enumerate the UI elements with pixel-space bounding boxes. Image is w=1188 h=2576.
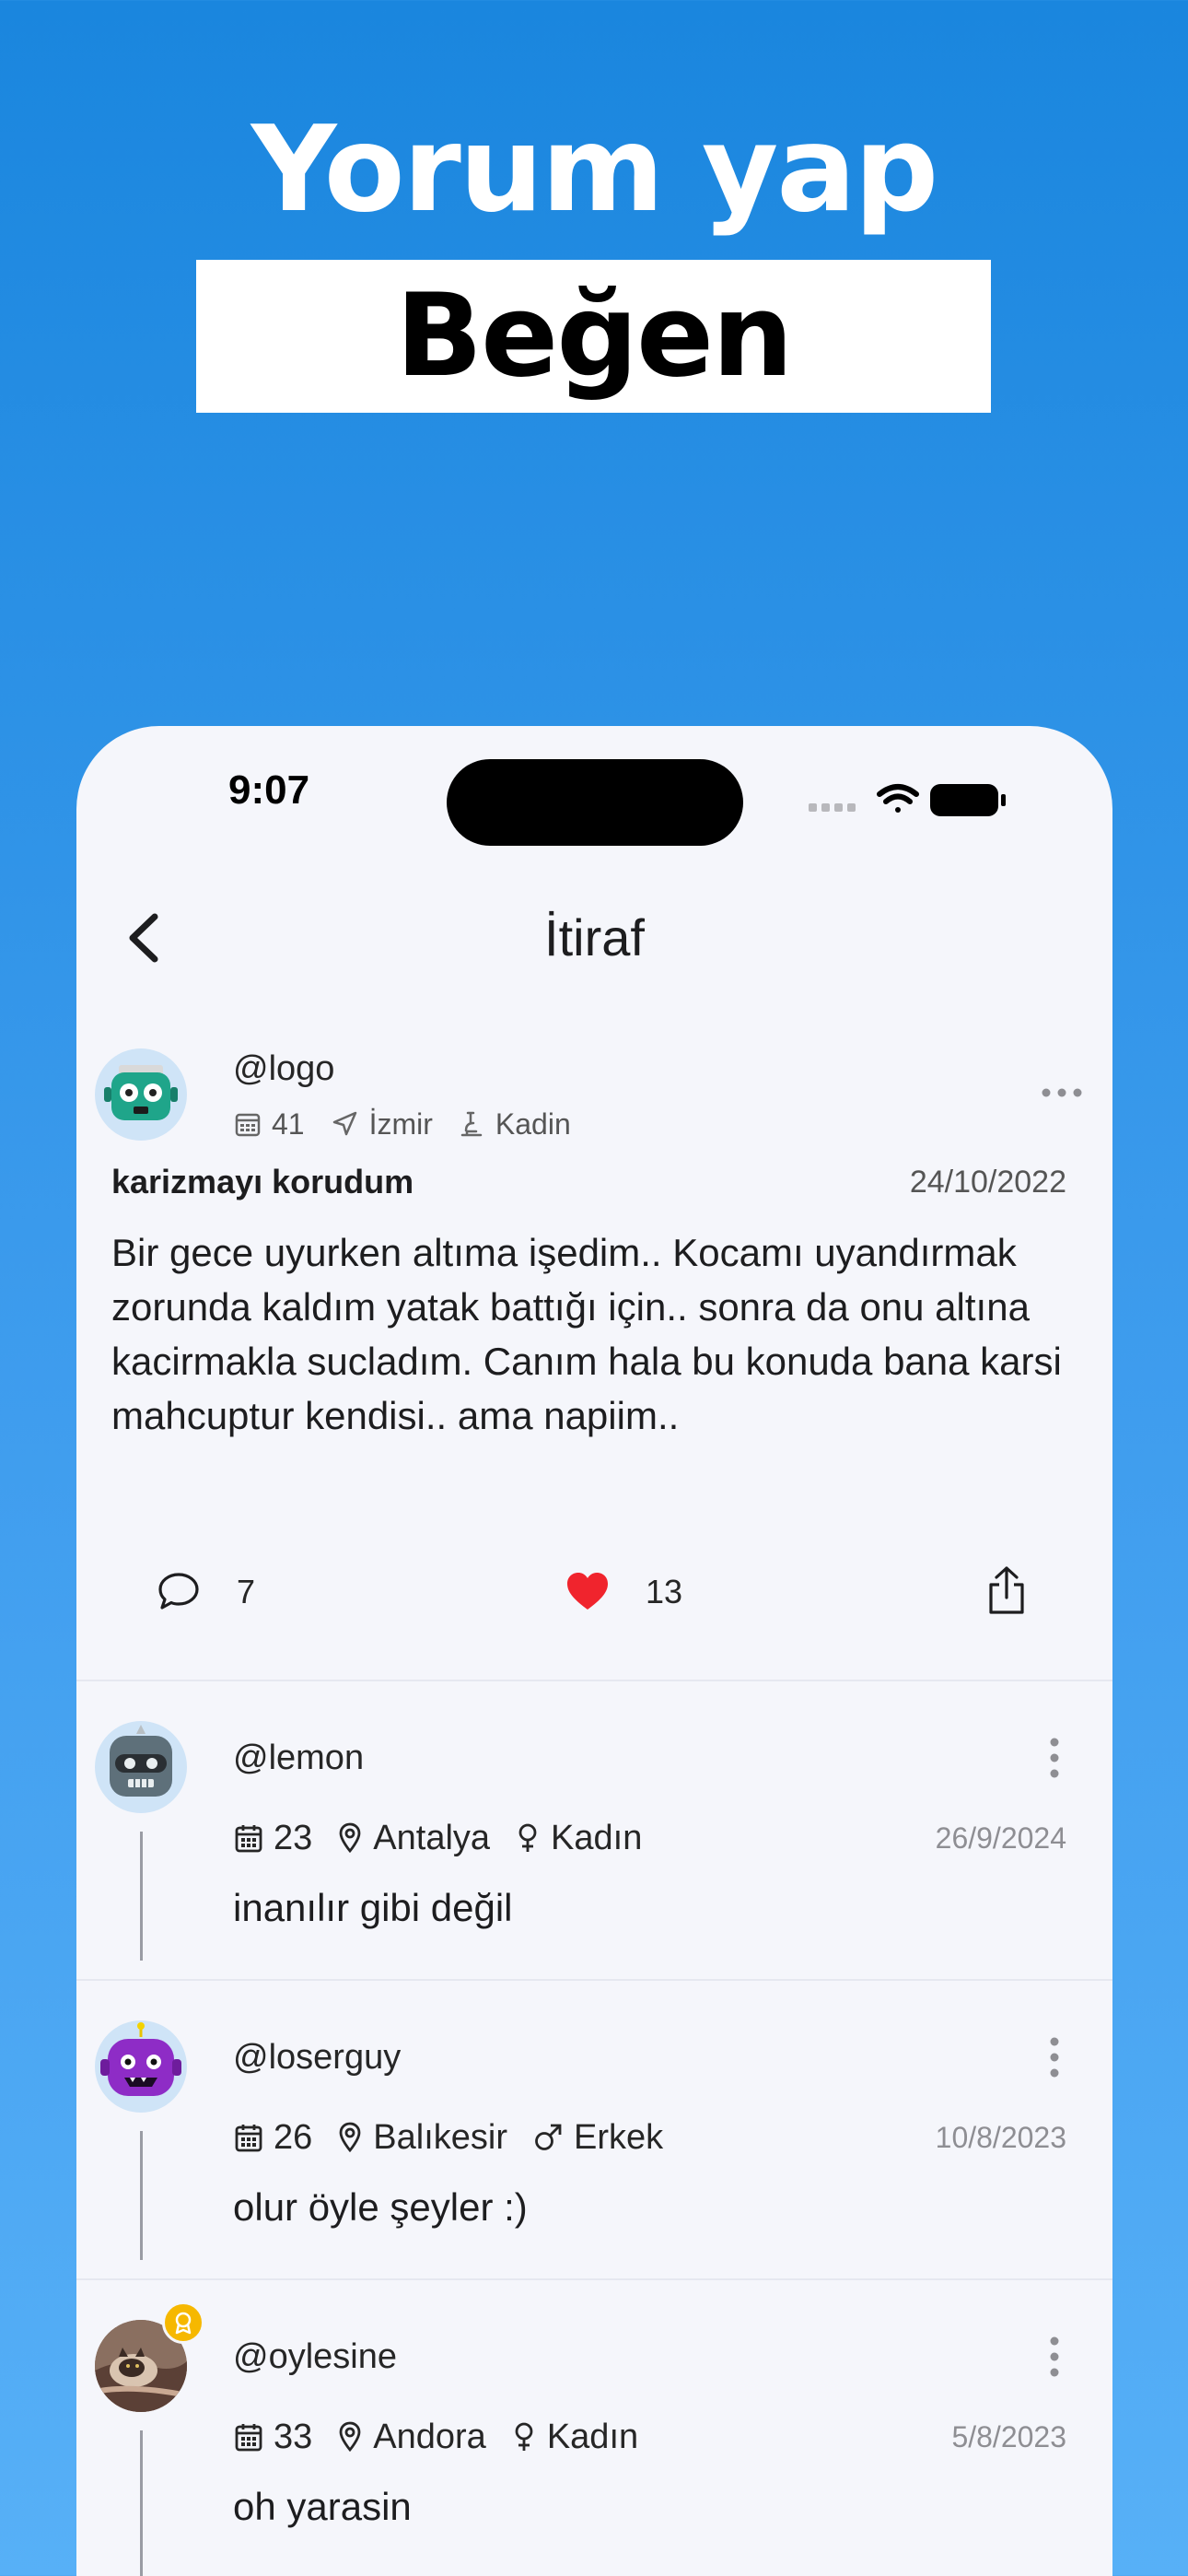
post-more-options-icon[interactable] [1039, 1083, 1085, 1102]
calendar-icon [235, 2424, 262, 2452]
thread-line [140, 1832, 143, 1961]
avatar[interactable] [95, 2020, 187, 2113]
robot-avatar-icon [100, 2022, 181, 2096]
share-icon[interactable] [984, 1564, 1030, 1616]
divider [76, 1979, 1112, 1981]
phone-screen: 9:07 İtiraf @logo 41 İzmir Kadin karizma… [76, 726, 1112, 2576]
comment-city: Balıkesir [373, 2118, 507, 2157]
comment-meta: 33 Andora Kadın [235, 2414, 664, 2460]
comment-username[interactable]: @oylesine [233, 2334, 397, 2380]
microscope-icon [460, 1111, 483, 1137]
dynamic-island [447, 759, 743, 846]
female-icon [515, 2422, 533, 2451]
comment-username[interactable]: @loserguy [233, 2034, 401, 2080]
comment-age: 33 [274, 2418, 313, 2456]
comment-bubble-icon [158, 1573, 199, 1610]
promo-title: Yorum yap [250, 101, 939, 239]
comment-gender: Kadın [546, 2418, 639, 2456]
post-meta: 41 İzmir Kadin [235, 1104, 597, 1144]
divider [76, 2278, 1112, 2280]
battery-icon [930, 784, 1006, 816]
comment-date: 10/8/2023 [935, 2121, 1066, 2154]
divider [76, 1680, 1112, 1681]
avatar[interactable] [95, 1721, 187, 1813]
post-username[interactable]: @logo [233, 1046, 334, 1092]
page-title: İtiraf [544, 908, 645, 966]
robot-avatar-icon [104, 1065, 178, 1120]
comment-age: 23 [274, 1819, 313, 1857]
thread-line [140, 2430, 143, 2576]
comment-age: 26 [274, 2118, 313, 2157]
status-time: 9:07 [228, 767, 310, 813]
cellular-signal-icon [809, 803, 856, 812]
comment-city: Antalya [373, 1819, 491, 1857]
comment-gender: Kadın [551, 1819, 643, 1857]
comment-meta: 26 Balıkesir Erkek [235, 2114, 689, 2160]
calendar-icon [235, 1825, 262, 1853]
like-count: 13 [646, 1573, 683, 1610]
post-date: 24/10/2022 [909, 1165, 1066, 1200]
post-city: İzmir [368, 1107, 433, 1141]
comment-username[interactable]: @lemon [233, 1735, 364, 1781]
calendar-icon [235, 1113, 261, 1137]
wifi-icon [877, 784, 919, 813]
male-icon [535, 2124, 562, 2150]
comment-text: inanılır gibi değil [233, 1886, 513, 1929]
comment-count: 7 [237, 1573, 256, 1610]
promo-subtitle: Beğen [395, 270, 794, 403]
like-action[interactable]: 13 [565, 1569, 682, 1615]
location-pin-icon [339, 2122, 361, 2153]
status-icons [809, 784, 1006, 816]
comment-more-options-icon[interactable] [1045, 2334, 1064, 2380]
comment-action[interactable]: 7 [156, 1569, 255, 1615]
comment-gender: Erkek [574, 2118, 664, 2157]
calendar-icon [235, 2125, 262, 2152]
post-age: 41 [272, 1107, 305, 1141]
post-title: karizmayı korudum [111, 1163, 414, 1200]
comment-text: olur öyle şeyler :) [233, 2185, 528, 2229]
location-pin-icon [339, 1822, 361, 1854]
location-pin-icon [339, 2421, 361, 2453]
comment-meta: 23 Antalya Kadın [235, 1815, 668, 1861]
comment-date: 5/8/2023 [951, 2420, 1066, 2453]
comment-text: oh yarasin [233, 2485, 412, 2528]
comment-more-options-icon[interactable] [1045, 1735, 1064, 1781]
comment-city: Andora [373, 2418, 486, 2456]
robot-avatar-icon [110, 1725, 172, 1797]
avatar[interactable] [95, 1048, 187, 1141]
heart-icon [567, 1573, 608, 1610]
female-icon [518, 1823, 537, 1852]
navigation-arrow-icon [332, 1111, 356, 1136]
comment-date: 26/9/2024 [935, 1821, 1066, 1855]
comment-more-options-icon[interactable] [1045, 2034, 1064, 2080]
post-body: Bir gece uyurken altıma işedim.. Kocamı … [111, 1231, 1062, 1437]
thread-line [140, 2131, 143, 2260]
award-badge-icon [162, 2301, 204, 2344]
post-gender: Kadin [495, 1107, 571, 1141]
